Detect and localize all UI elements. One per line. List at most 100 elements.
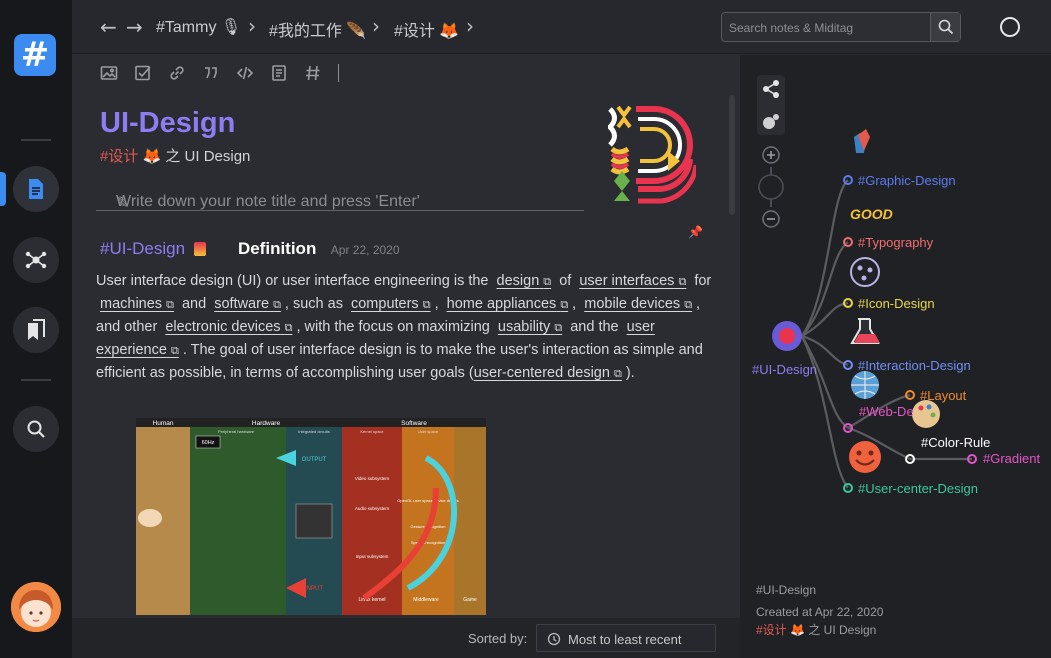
note-title-input[interactable]: ✎ Write down your note title and press '… <box>96 179 584 212</box>
sort-dropdown[interactable]: Most to least recent <box>536 624 716 652</box>
bookmarks-button[interactable] <box>13 307 59 353</box>
graph-footer-parent-tag[interactable]: #设计 <box>756 623 787 637</box>
code-icon[interactable] <box>236 64 254 82</box>
diagram-label: Audio subsystem <box>355 506 390 511</box>
pin-icon[interactable]: 📌 <box>688 225 703 239</box>
diagram-label: Human <box>153 420 174 427</box>
checkbox-icon[interactable] <box>134 64 152 82</box>
image-icon[interactable] <box>100 64 118 82</box>
block-title: Definition <box>237 239 317 258</box>
ui-architecture-diagram[interactable]: Human Hardware Software Peripheral hardw… <box>136 418 486 615</box>
wiki-link[interactable]: user interfaces ⧉ <box>579 273 686 289</box>
graph-footer-tag: #UI-Design <box>756 583 817 597</box>
external-link-icon: ⧉ <box>560 299 569 311</box>
graph-footer-suffix: 之 UI Design <box>808 623 877 637</box>
link-text: mobile devices <box>584 296 681 312</box>
diagram-label: OpenGL user space device drivers <box>397 498 458 503</box>
body-text: , such as <box>284 296 343 312</box>
wiki-link[interactable]: software ⧉ <box>214 296 281 312</box>
status-ring-icon[interactable] <box>1000 17 1020 37</box>
app-window: # ← → #Tammy 🎙 › #我的工作 🪶 › #设计 🦊 › Searc… <box>0 0 1051 658</box>
external-link-icon: ⧉ <box>613 368 622 380</box>
body-text: and <box>181 296 207 312</box>
link-text: machines <box>100 296 163 312</box>
external-link-icon: ⧉ <box>684 299 693 311</box>
user-avatar[interactable] <box>11 582 61 632</box>
diagram-label: Middleware <box>413 597 439 603</box>
parent-tag-link[interactable]: #设计 <box>100 148 138 165</box>
tag-graph <box>772 129 977 493</box>
external-link-icon: ⧉ <box>678 276 687 288</box>
graph-node-color-rule[interactable]: #Color-Rule <box>921 435 990 450</box>
link-text: user interfaces <box>579 273 675 289</box>
clock-icon <box>547 632 561 646</box>
note-title[interactable]: UI-Design <box>100 107 235 140</box>
diagram-label: OUTPUT <box>302 457 327 463</box>
note-parent-line: #设计 🦊 之 UI Design <box>100 145 250 166</box>
body-text: , <box>434 296 439 312</box>
block-tag-link[interactable]: #UI-Design <box>100 239 185 258</box>
external-link-icon: ⧉ <box>284 322 293 334</box>
search-submit-button[interactable] <box>930 13 960 41</box>
app-logo-icon[interactable]: # <box>14 34 56 76</box>
graph-node-web-design[interactable]: #Web-De <box>859 404 914 419</box>
avatar-face-icon <box>11 582 61 632</box>
wiki-link[interactable]: computers ⧉ <box>351 296 431 312</box>
graph-node-icon-design[interactable]: #Icon-Design <box>858 296 935 311</box>
wiki-link[interactable]: mobile devices ⧉ <box>584 296 692 312</box>
breadcrumb-chevron-icon: › <box>372 14 380 38</box>
link-text: computers <box>350 296 419 312</box>
graph-node-graphic-design[interactable]: #Graphic-Design <box>858 173 956 188</box>
link-text: electronic devices <box>165 319 281 335</box>
graph-node-layout[interactable]: #Layout <box>920 388 966 403</box>
parent-suffix: 之 UI Design <box>165 148 251 165</box>
external-link-icon: ⧉ <box>273 299 281 311</box>
body-text: , <box>572 296 577 312</box>
wiki-link[interactable]: machines ⧉ <box>100 296 174 312</box>
diagram-label: Hardware <box>252 420 281 427</box>
external-link-icon: ⧉ <box>170 345 179 357</box>
graph-node-user-center-design[interactable]: #User-center-Design <box>858 481 978 496</box>
sort-bar: Sorted by: Most to least recent <box>72 618 740 658</box>
wiki-link[interactable]: usability ⧉ <box>498 319 562 335</box>
forward-arrow-icon[interactable]: → <box>126 15 143 39</box>
graph-button[interactable] <box>13 237 59 283</box>
hashtag-icon[interactable] <box>304 64 322 82</box>
graph-node-gradient[interactable]: #Gradient <box>983 451 1040 466</box>
wiki-link[interactable]: design ⧉ <box>497 273 552 289</box>
search-icon <box>27 420 45 438</box>
breadcrumb-chevron-icon: › <box>248 14 256 38</box>
external-link-icon: ⧉ <box>543 276 552 288</box>
graph-node-center[interactable]: #UI-Design <box>752 362 817 377</box>
breadcrumb-chevron-icon: › <box>466 14 474 38</box>
search-input[interactable]: Search notes & Miditag <box>729 21 853 35</box>
wiki-link[interactable]: user-centered design ⧉ <box>474 365 622 381</box>
body-text: ). <box>625 365 635 381</box>
notes-button[interactable] <box>13 166 59 212</box>
quote-icon[interactable] <box>202 64 220 82</box>
editor-scrollbar[interactable] <box>729 95 735 215</box>
link-icon[interactable] <box>168 64 186 82</box>
graph-footer-created: Created at Apr 22, 2020 <box>756 605 884 619</box>
bookmark-icon <box>28 319 45 340</box>
back-arrow-icon[interactable]: ← <box>100 15 117 39</box>
note-icon[interactable] <box>270 64 288 82</box>
diagram-label: Linux kernel <box>359 597 386 603</box>
wiki-link[interactable]: home appliances ⧉ <box>447 296 569 312</box>
document-icon <box>29 179 43 199</box>
rail-divider <box>21 379 51 381</box>
link-text: usability <box>497 319 551 335</box>
graph-node-typography[interactable]: #Typography <box>858 235 933 250</box>
search-box[interactable]: Search notes & Miditag <box>721 12 961 42</box>
graph-node-interaction-design[interactable]: #Interaction-Design <box>858 358 971 373</box>
ui-design-cover-icon <box>608 105 696 204</box>
search-button[interactable] <box>13 406 59 452</box>
breadcrumb-item[interactable]: #设计 🦊 <box>394 17 459 41</box>
note-editor: UI-Design #设计 🦊 之 UI Design ✎ Write down… <box>72 55 740 658</box>
wiki-link[interactable]: electronic devices ⧉ <box>165 319 292 335</box>
body-text: and the <box>570 319 619 335</box>
breadcrumb-item[interactable]: #Tammy 🎙 <box>156 17 241 37</box>
graph-footer-parent: #设计 🦊 之 UI Design <box>756 621 876 638</box>
breadcrumb-item[interactable]: #我的工作 🪶 <box>269 17 366 41</box>
external-link-icon: ⧉ <box>554 322 563 334</box>
